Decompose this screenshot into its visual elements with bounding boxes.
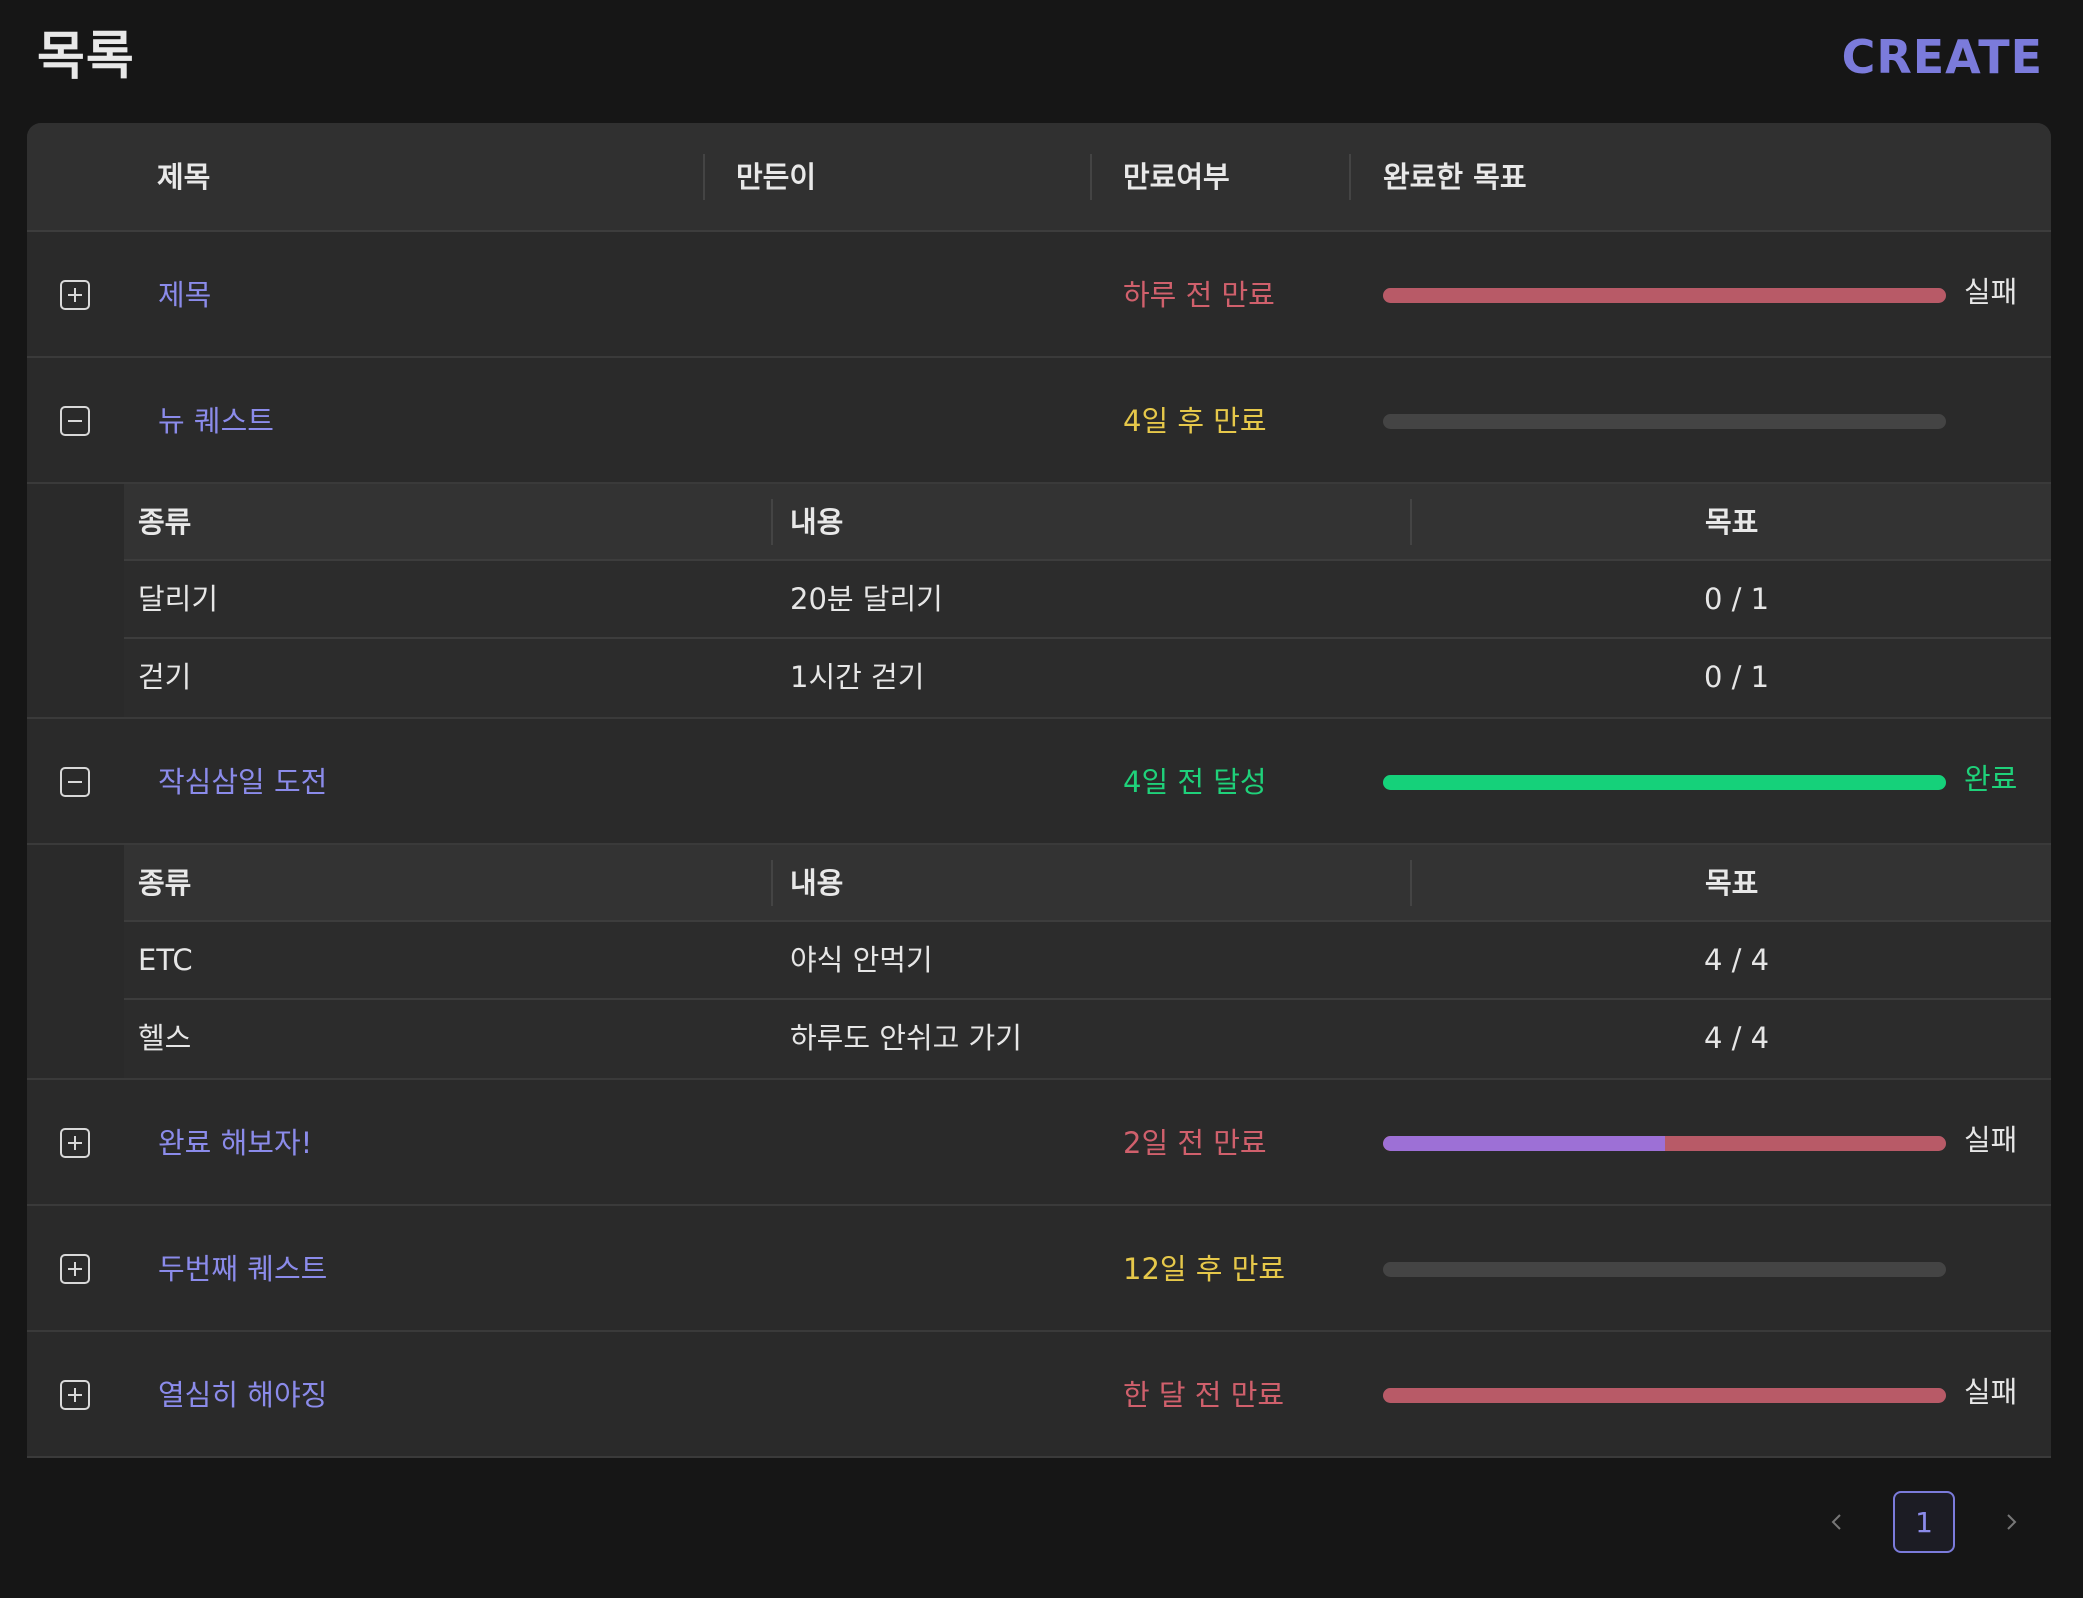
goal-target: 4 / 4 [1704, 1021, 1770, 1055]
sub-column-header-target: 목표 [1705, 505, 1759, 539]
expand-row-button[interactable] [60, 1254, 90, 1284]
plus-square-icon [68, 1262, 82, 1276]
expiry-status: 4일 전 달성 [1123, 765, 1267, 799]
quest-title-link[interactable]: 두번째 퀘스트 [158, 1206, 327, 1332]
plus-square-icon [68, 1136, 82, 1150]
goal-subtable-header: 종류 내용 목표 [124, 845, 2051, 922]
progress-fill [1383, 775, 1946, 790]
sub-column-header-target: 목표 [1705, 866, 1759, 900]
goal-type: 걷기 [138, 660, 192, 694]
expiry-status: 12일 후 만료 [1123, 1252, 1286, 1286]
expiry-status: 하루 전 만료 [1123, 278, 1275, 312]
goal-subtable-header: 종류 내용 목표 [124, 484, 2051, 561]
expand-row-button[interactable] [60, 1380, 90, 1410]
create-button[interactable]: CREATE [1842, 30, 2043, 84]
column-separator [1349, 154, 1351, 200]
table-row: 열심히 해야징 한 달 전 만료 실패 [27, 1332, 2051, 1458]
goal-target: 0 / 1 [1704, 582, 1770, 616]
progress-fill [1383, 1136, 1665, 1151]
sub-column-header-content: 내용 [790, 866, 844, 900]
column-separator [771, 860, 773, 906]
collapse-row-button[interactable] [60, 767, 90, 797]
quest-title-link[interactable]: 작심삼일 도전 [158, 719, 327, 845]
goal-row: 달리기 20분 달리기 0 / 1 [124, 561, 2051, 639]
goal-content: 1시간 걷기 [790, 660, 925, 694]
expiry-status: 한 달 전 만료 [1123, 1378, 1285, 1412]
progress-result-label: 실패 [1964, 275, 2018, 309]
collapse-row-button[interactable] [60, 406, 90, 436]
goal-progress-bar [1383, 288, 1946, 303]
quest-title-link[interactable]: 완료 해보자! [158, 1080, 312, 1206]
goal-target: 0 / 1 [1704, 660, 1770, 694]
column-separator [1090, 154, 1092, 200]
column-header-expiry: 만료여부 [1123, 160, 1230, 194]
goal-content: 하루도 안쉬고 가기 [790, 1021, 1022, 1055]
table-row: 두번째 퀘스트 12일 후 만료 [27, 1206, 2051, 1332]
column-header-title: 제목 [157, 160, 211, 194]
goal-progress-bar [1383, 775, 1946, 790]
minus-square-icon [68, 781, 82, 783]
column-separator [1410, 499, 1412, 545]
table-body: 제목 하루 전 만료 실패 뉴 퀘스트 4일 후 만료 종류 내용 목표 달리기… [27, 232, 2051, 1458]
expiry-status: 4일 후 만료 [1123, 404, 1267, 438]
quest-title-link[interactable]: 열심히 해야징 [158, 1332, 327, 1458]
goal-progress-bar [1383, 1388, 1946, 1403]
plus-square-icon [68, 1388, 82, 1402]
column-separator [703, 154, 705, 200]
goal-type: 헬스 [138, 1021, 192, 1055]
pagination: 1 [1805, 1490, 2043, 1554]
page-number-button[interactable]: 1 [1893, 1491, 1955, 1553]
progress-result-label: 실패 [1964, 1375, 2018, 1409]
goal-target: 4 / 4 [1704, 943, 1770, 977]
table-row: 제목 하루 전 만료 실패 [27, 232, 2051, 358]
goal-progress-bar [1383, 1136, 1946, 1151]
next-page-button[interactable] [1979, 1490, 2043, 1554]
goal-type: 달리기 [138, 582, 219, 616]
table-row: 작심삼일 도전 4일 전 달성 완료 [27, 719, 2051, 845]
page-title: 목록 [37, 27, 135, 87]
table-header: 제목 만든이 만료여부 완료한 목표 [27, 123, 2051, 232]
column-separator [1410, 860, 1412, 906]
column-separator [771, 499, 773, 545]
goal-progress-bar [1383, 1262, 1946, 1277]
goal-row: 걷기 1시간 걷기 0 / 1 [124, 639, 2051, 717]
goal-row: 헬스 하루도 안쉬고 가기 4 / 4 [124, 1000, 2051, 1078]
table-row: 뉴 퀘스트 4일 후 만료 [27, 358, 2051, 484]
chevron-left-icon [1831, 1514, 1841, 1530]
table-row: 완료 해보자! 2일 전 만료 실패 [27, 1080, 2051, 1206]
sub-column-header-type: 종류 [138, 505, 192, 539]
plus-square-icon [68, 288, 82, 302]
sub-column-header-type: 종류 [138, 866, 192, 900]
quest-title-link[interactable]: 제목 [158, 232, 211, 358]
expand-row-button[interactable] [60, 280, 90, 310]
progress-fail-fill [1383, 1388, 1946, 1403]
quest-table: 제목 만든이 만료여부 완료한 목표 제목 하루 전 만료 실패 뉴 퀘스트 4… [27, 123, 2051, 1458]
goal-subtable-wrapper: 종류 내용 목표 ETC 야식 안먹기 4 / 4 헬스 하루도 안쉬고 가기 … [27, 845, 2051, 1080]
goal-subtable-wrapper: 종류 내용 목표 달리기 20분 달리기 0 / 1 걷기 1시간 걷기 0 /… [27, 484, 2051, 719]
goal-progress-bar [1383, 414, 1946, 429]
goal-content: 20분 달리기 [790, 582, 943, 616]
minus-square-icon [68, 420, 82, 422]
sub-column-header-content: 내용 [790, 505, 844, 539]
goal-row: ETC 야식 안먹기 4 / 4 [124, 922, 2051, 1000]
progress-fail-fill [1383, 288, 1946, 303]
column-header-completed-goals: 완료한 목표 [1383, 160, 1527, 194]
chevron-right-icon [2007, 1514, 2017, 1530]
goal-subtable: 종류 내용 목표 달리기 20분 달리기 0 / 1 걷기 1시간 걷기 0 /… [124, 484, 2051, 717]
column-header-creator: 만든이 [736, 160, 817, 194]
goal-subtable: 종류 내용 목표 ETC 야식 안먹기 4 / 4 헬스 하루도 안쉬고 가기 … [124, 845, 2051, 1078]
quest-title-link[interactable]: 뉴 퀘스트 [158, 358, 274, 484]
progress-result-label: 완료 [1964, 762, 2018, 796]
goal-content: 야식 안먹기 [790, 943, 933, 977]
expand-row-button[interactable] [60, 1128, 90, 1158]
expiry-status: 2일 전 만료 [1123, 1126, 1267, 1160]
progress-result-label: 실패 [1964, 1123, 2018, 1157]
prev-page-button[interactable] [1805, 1490, 1869, 1554]
goal-type: ETC [138, 943, 193, 977]
